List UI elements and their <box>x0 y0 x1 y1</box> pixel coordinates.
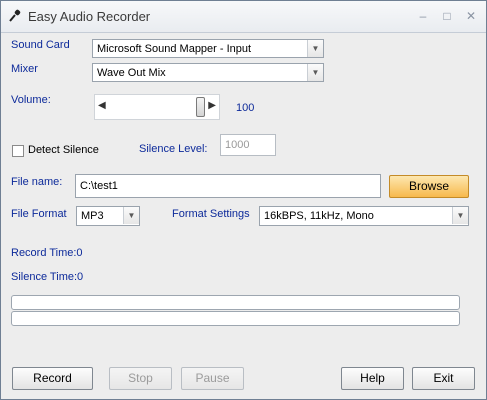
detect-silence-label: Detect Silence <box>28 144 99 156</box>
mixer-label: Mixer <box>11 63 38 75</box>
progress-bar <box>11 311 460 326</box>
format-settings-select[interactable]: 16kBPS, 11kHz, Mono ▼ <box>259 206 469 226</box>
record-button[interactable]: Record <box>12 367 93 390</box>
detect-silence-checkbox[interactable] <box>12 145 24 157</box>
format-settings-label: Format Settings <box>172 208 250 220</box>
silence-level-label: Silence Level: <box>139 143 208 155</box>
sound-card-select[interactable]: Microsoft Sound Mapper - Input ▼ <box>92 39 324 58</box>
close-icon[interactable]: ✕ <box>463 9 479 23</box>
format-settings-value: 16kBPS, 11kHz, Mono <box>264 210 374 222</box>
chevron-down-icon[interactable]: ▼ <box>307 40 323 57</box>
help-button[interactable]: Help <box>341 367 404 390</box>
file-format-value: MP3 <box>81 210 104 222</box>
volume-slider[interactable]: ◀ ▶ <box>94 94 220 120</box>
record-time: Record Time:0 <box>11 247 83 259</box>
pause-button[interactable]: Pause <box>181 367 244 390</box>
level-meter-bar <box>11 295 460 310</box>
volume-value: 100 <box>236 102 255 114</box>
file-name-input[interactable]: C:\test1 <box>75 174 381 198</box>
file-name-value: C:\test1 <box>80 180 118 192</box>
chevron-down-icon[interactable]: ▼ <box>123 207 139 224</box>
mixer-value: Wave Out Mix <box>97 67 166 79</box>
microphone-icon <box>9 9 21 22</box>
silence-level-input[interactable]: 1000 <box>220 134 276 156</box>
stop-button[interactable]: Stop <box>109 367 172 390</box>
arrow-right-icon[interactable]: ▶ <box>208 100 216 111</box>
mixer-select[interactable]: Wave Out Mix ▼ <box>92 63 324 82</box>
minimize-icon[interactable]: – <box>415 9 431 23</box>
sound-card-label: Sound Card <box>11 39 70 51</box>
sound-card-value: Microsoft Sound Mapper - Input <box>97 43 252 55</box>
slider-thumb[interactable] <box>196 97 205 117</box>
exit-button[interactable]: Exit <box>412 367 475 390</box>
title-bar[interactable]: Easy Audio Recorder – □ ✕ <box>1 1 486 33</box>
file-format-label: File Format <box>11 208 67 220</box>
file-name-label: File name: <box>11 176 63 188</box>
volume-label: Volume: <box>11 94 51 106</box>
silence-level-value: 1000 <box>225 139 250 151</box>
browse-button[interactable]: Browse <box>389 175 469 198</box>
arrow-left-icon[interactable]: ◀ <box>98 100 106 111</box>
maximize-icon[interactable]: □ <box>439 9 455 23</box>
silence-time: Silence Time:0 <box>11 271 84 283</box>
file-format-select[interactable]: MP3 ▼ <box>76 206 140 226</box>
chevron-down-icon[interactable]: ▼ <box>452 207 468 224</box>
app-window: Easy Audio Recorder – □ ✕ Sound Card Mic… <box>0 0 487 400</box>
window-title: Easy Audio Recorder <box>28 9 151 24</box>
chevron-down-icon[interactable]: ▼ <box>307 64 323 81</box>
